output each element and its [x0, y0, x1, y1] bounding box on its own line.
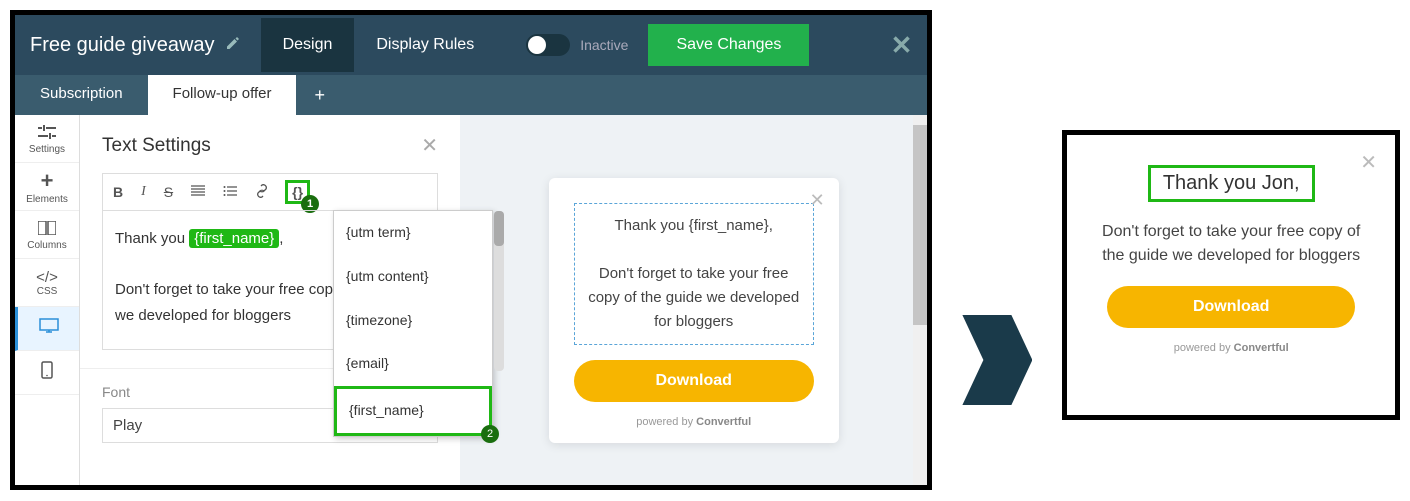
bold-button[interactable]: B: [111, 182, 125, 202]
sliders-icon: [38, 123, 56, 144]
editor-merge-tag: {first_name}: [189, 229, 279, 248]
editor-text-prefix: Thank you: [115, 230, 189, 247]
result-body: Don't forget to take your free copy of t…: [1087, 220, 1375, 268]
editor-line2: Don't forget to take your free copy o: [115, 281, 353, 298]
columns-icon: [38, 219, 56, 240]
desktop-icon: [39, 318, 59, 339]
pencil-icon[interactable]: [225, 35, 241, 56]
result-powered-prefix: powered by: [1174, 342, 1234, 354]
merge-tag-dropdown: {utm term} {utm content} {timezone} {ema…: [333, 210, 493, 437]
top-bar: Free guide giveaway Design Display Rules…: [15, 15, 927, 75]
dropdown-item-email[interactable]: {email}: [334, 342, 492, 386]
italic-button[interactable]: I: [139, 182, 148, 202]
panel-header: Text Settings ✕: [80, 133, 460, 173]
rail-columns[interactable]: Columns: [15, 211, 79, 259]
popup-close-icon[interactable]: ✕: [810, 190, 825, 211]
rail-elements-label: Elements: [26, 194, 68, 205]
popup-download-button[interactable]: Download: [574, 360, 814, 402]
save-button[interactable]: Save Changes: [648, 24, 809, 66]
panel-close-icon[interactable]: ✕: [421, 133, 438, 158]
powered-by: powered by Convertful: [574, 416, 814, 428]
preview-area: ✕ Thank you {first_name}, Don't forget t…: [460, 115, 927, 485]
editor-body[interactable]: Thank you {first_name}, Don't forget to …: [102, 210, 438, 350]
sub-tabs: Subscription Follow-up offer +: [15, 75, 927, 115]
arrow-indicator: [962, 230, 1032, 490]
text-settings-panel: Text Settings ✕ B I S {} 1 Thank you {fi…: [80, 115, 460, 485]
result-powered-by: powered by Convertful: [1087, 342, 1375, 354]
editor-text-suffix: ,: [279, 230, 283, 247]
popup-line2: Don't forget to take your free copy of t…: [585, 262, 803, 334]
subtab-followup[interactable]: Follow-up offer: [148, 75, 297, 115]
app-window: Free guide giveaway Design Display Rules…: [10, 10, 932, 490]
editor-line3: we developed for bloggers: [115, 307, 291, 324]
top-tabs: Design Display Rules: [261, 18, 497, 72]
callout-badge-2: 2: [481, 425, 499, 443]
toggle-label: Inactive: [580, 37, 628, 53]
editor-toolbar: B I S {} 1: [102, 173, 438, 210]
tab-display-rules[interactable]: Display Rules: [354, 18, 496, 72]
add-subtab-button[interactable]: +: [296, 75, 343, 115]
dropdown-item-utm-content[interactable]: {utm content}: [334, 255, 492, 299]
powered-brand: Convertful: [696, 416, 751, 428]
rail-mobile[interactable]: [15, 351, 79, 395]
panel-title: Text Settings: [102, 135, 211, 157]
code-icon: </>: [36, 269, 58, 286]
popup-preview: ✕ Thank you {first_name}, Don't forget t…: [549, 178, 839, 443]
rail-columns-label: Columns: [27, 240, 66, 251]
align-button[interactable]: [189, 182, 207, 202]
rail-desktop[interactable]: [15, 307, 79, 351]
font-value: Play: [113, 417, 142, 434]
list-button[interactable]: [221, 182, 239, 202]
left-rail: Settings + Elements Columns </> CSS: [15, 115, 80, 485]
result-title: Thank you Jon,: [1148, 165, 1315, 202]
result-close-icon[interactable]: ✕: [1360, 150, 1377, 175]
popup-line1: Thank you {first_name},: [585, 214, 803, 238]
scroll-track: [913, 115, 927, 485]
result-title-wrap: Thank you Jon,: [1087, 165, 1375, 202]
strikethrough-button[interactable]: S: [162, 182, 175, 202]
rail-settings[interactable]: Settings: [15, 115, 79, 163]
result-powered-brand: Convertful: [1234, 342, 1289, 354]
tab-design[interactable]: Design: [261, 18, 355, 72]
scroll-thumb[interactable]: [913, 125, 927, 325]
active-toggle[interactable]: [526, 34, 570, 56]
campaign-title: Free guide giveaway: [30, 34, 215, 57]
dropdown-scroll-thumb[interactable]: [494, 211, 504, 246]
link-button[interactable]: [253, 182, 271, 203]
dropdown-item-first-name[interactable]: {first_name} 2: [334, 386, 492, 436]
plus-icon: +: [41, 168, 54, 194]
dropdown-item-utm-term[interactable]: {utm term}: [334, 211, 492, 255]
rail-settings-label: Settings: [29, 144, 65, 155]
merge-tag-button[interactable]: {} 1: [285, 180, 310, 204]
popup-text-block[interactable]: Thank you {first_name}, Don't forget to …: [574, 203, 814, 345]
close-icon[interactable]: ✕: [891, 30, 913, 61]
rail-css[interactable]: </> CSS: [15, 259, 79, 307]
result-download-button[interactable]: Download: [1107, 286, 1355, 328]
rail-css-label: CSS: [37, 286, 58, 297]
subtab-subscription[interactable]: Subscription: [15, 75, 148, 115]
dropdown-item-timezone[interactable]: {timezone}: [334, 299, 492, 343]
active-toggle-wrap: Inactive: [526, 34, 628, 56]
workspace: Settings + Elements Columns </> CSS: [15, 115, 927, 485]
result-popup: ✕ Thank you Jon, Don't forget to take yo…: [1062, 130, 1400, 420]
powered-prefix: powered by: [636, 416, 696, 428]
chevron-right-icon: [962, 315, 1032, 405]
mobile-icon: [41, 361, 53, 384]
rail-elements[interactable]: + Elements: [15, 163, 79, 211]
preview-scrollbar: [913, 115, 927, 485]
toggle-knob: [528, 36, 546, 54]
